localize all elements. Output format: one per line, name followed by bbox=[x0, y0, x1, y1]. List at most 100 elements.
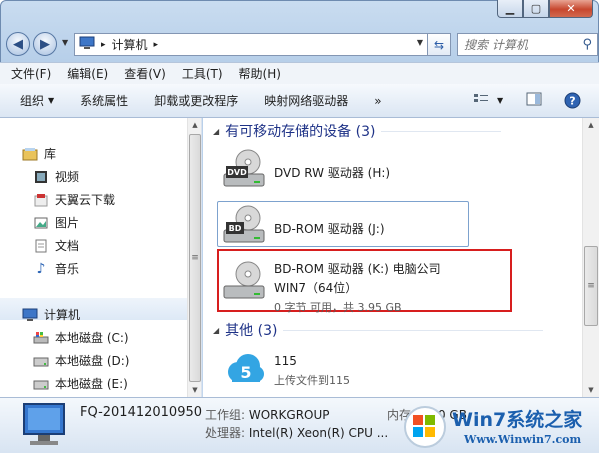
windows-logo-icon bbox=[404, 406, 446, 448]
recent-pages-dropdown-icon[interactable]: ▼ bbox=[62, 38, 68, 47]
nav-disk-e-label: 本地磁盘 (E:) bbox=[55, 377, 128, 391]
nav-tianyi-download[interactable]: 天翼云下载 bbox=[33, 191, 115, 208]
navigation-bar: ◀ ▶ ▼ ▸ 计算机 ▸ ▼ ⇆ ⚲ bbox=[6, 30, 598, 58]
cloud-115-icon: 5 bbox=[228, 354, 264, 382]
scroll-down-arrow-icon[interactable]: ▼ bbox=[583, 383, 599, 397]
group-divider bbox=[283, 329, 544, 331]
nav-documents[interactable]: 文档 bbox=[33, 237, 79, 254]
menu-bar: 文件(F) 编辑(E) 查看(V) 工具(T) 帮助(H) bbox=[0, 62, 599, 84]
picture-icon bbox=[33, 216, 49, 230]
watermark-url: Www.Winwin7.com bbox=[464, 433, 582, 446]
group-divider bbox=[381, 130, 502, 132]
address-history-dropdown-icon[interactable]: ▼ bbox=[417, 38, 423, 47]
search-icon[interactable]: ⚲ bbox=[582, 37, 592, 52]
drive-bd-j[interactable]: BD BD-ROM 驱动器 (J:) bbox=[222, 204, 385, 248]
scroll-up-arrow-icon[interactable]: ▲ bbox=[583, 118, 599, 132]
video-icon bbox=[33, 170, 49, 184]
group-other-header[interactable]: ◢ 其他 (3) bbox=[213, 320, 544, 340]
view-list-icon bbox=[473, 92, 489, 109]
nav-libraries-label: 库 bbox=[44, 147, 57, 161]
breadcrumb-separator-icon[interactable]: ▸ bbox=[154, 40, 159, 50]
change-view-button[interactable]: ▼ bbox=[473, 92, 503, 109]
nav-disk-c[interactable]: 本地磁盘 (C:) bbox=[33, 329, 129, 346]
music-icon: ♪ bbox=[36, 260, 46, 277]
watermark: Win7系统之家 Www.Winwin7.com bbox=[402, 399, 598, 453]
back-arrow-icon: ◀ bbox=[13, 36, 23, 52]
disk-icon bbox=[33, 377, 49, 391]
uninstall-program-label: 卸载或更改程序 bbox=[154, 94, 239, 108]
organize-label: 组织 bbox=[20, 94, 45, 108]
search-input[interactable] bbox=[464, 37, 576, 52]
drive-bd-j-label: BD-ROM 驱动器 (J:) bbox=[274, 222, 385, 236]
drive-dvd-h[interactable]: DVD DVD RW 驱动器 (H:) bbox=[222, 148, 390, 192]
cloud-badge-text: 5 bbox=[240, 363, 251, 382]
menu-file[interactable]: 文件(F) bbox=[11, 65, 51, 82]
forward-button[interactable]: ▶ bbox=[33, 32, 57, 56]
caption-buttons: ▁ ▢ ✕ bbox=[497, 0, 593, 18]
document-icon bbox=[33, 239, 49, 253]
nav-pictures-label: 图片 bbox=[55, 216, 80, 230]
scroll-down-arrow-icon[interactable]: ▼ bbox=[188, 383, 201, 397]
scroll-up-arrow-icon[interactable]: ▲ bbox=[188, 118, 201, 132]
workgroup-label: 工作组: bbox=[205, 408, 246, 422]
search-box[interactable]: ⚲ bbox=[457, 33, 598, 56]
nav-pictures[interactable]: 图片 bbox=[33, 214, 79, 231]
preview-pane-button[interactable] bbox=[526, 92, 542, 109]
forward-arrow-icon: ▶ bbox=[40, 36, 50, 52]
windows-disk-icon bbox=[33, 331, 49, 345]
computer-icon bbox=[22, 308, 38, 322]
menu-help[interactable]: 帮助(H) bbox=[239, 65, 281, 82]
more-commands-button[interactable]: » bbox=[374, 94, 381, 108]
content-scrollbar[interactable]: ▲ ≡ ▼ bbox=[582, 118, 599, 397]
nav-disk-d[interactable]: 本地磁盘 (D:) bbox=[33, 352, 129, 369]
dvd-drive-icon: DVD bbox=[223, 149, 265, 187]
cloud-115[interactable]: 5 115 上传文件到115 bbox=[224, 350, 350, 388]
map-network-drive-button[interactable]: 映射网络驱动器 bbox=[264, 92, 348, 109]
organize-button[interactable]: 组织 ▼ bbox=[20, 92, 54, 109]
bd-drive-icon: BD bbox=[223, 205, 265, 243]
watermark-brand: Win7系统之家 bbox=[452, 409, 583, 431]
collapse-triangle-icon[interactable]: ◢ bbox=[213, 326, 219, 335]
uninstall-program-button[interactable]: 卸载或更改程序 bbox=[154, 92, 238, 109]
cloud-115-name: 115 bbox=[274, 354, 297, 368]
nav-music-label: 音乐 bbox=[55, 262, 80, 276]
minimize-button[interactable]: ▁ bbox=[497, 0, 523, 18]
drive-bd-k[interactable]: BD-ROM 驱动器 (K:) 电脑公司 WIN7（64位） 0 字节 可用，共… bbox=[222, 260, 441, 315]
help-button[interactable]: ? bbox=[564, 92, 581, 112]
nav-computer[interactable]: 计算机 bbox=[22, 306, 80, 323]
maximize-button[interactable]: ▢ bbox=[523, 0, 549, 18]
nav-music[interactable]: ♪ 音乐 bbox=[33, 260, 79, 277]
nav-videos[interactable]: 视频 bbox=[33, 168, 79, 185]
group-removable-header[interactable]: ◢ 有可移动存储的设备 (3) bbox=[213, 121, 502, 141]
system-properties-button[interactable]: 系统属性 bbox=[80, 92, 128, 109]
breadcrumb-separator-icon[interactable]: ▸ bbox=[101, 40, 106, 50]
system-properties-label: 系统属性 bbox=[80, 94, 129, 108]
nav-videos-label: 视频 bbox=[55, 170, 80, 184]
menu-view[interactable]: 查看(V) bbox=[124, 65, 166, 82]
drive-bd-k-label-2: WIN7（64位） bbox=[274, 281, 358, 295]
group-other-label: 其他 (3) bbox=[225, 323, 278, 339]
computer-icon bbox=[79, 36, 95, 53]
nav-pane-scrollbar[interactable]: ▲ ≡ ▼ bbox=[187, 118, 201, 397]
workgroup-value: WORKGROUP bbox=[248, 408, 330, 422]
content-scroll-thumb[interactable]: ≡ bbox=[584, 246, 598, 326]
address-bar[interactable]: ▸ 计算机 ▸ ▼ bbox=[74, 33, 428, 56]
bd-badge-text: BD bbox=[229, 224, 242, 233]
refresh-icon: ⇆ bbox=[433, 37, 445, 52]
help-icon: ? bbox=[564, 92, 581, 112]
breadcrumb-computer[interactable]: 计算机 bbox=[112, 36, 148, 53]
nav-libraries[interactable]: 库 bbox=[22, 145, 56, 162]
nav-disk-e[interactable]: 本地磁盘 (E:) bbox=[33, 375, 128, 392]
refresh-button[interactable]: ⇆ bbox=[427, 33, 451, 56]
nav-documents-label: 文档 bbox=[55, 239, 80, 253]
computer-name: FQ-201412010950 bbox=[80, 405, 203, 420]
computer-large-icon bbox=[23, 403, 65, 445]
nav-tianyi-label: 天翼云下载 bbox=[55, 193, 116, 207]
menu-edit[interactable]: 编辑(E) bbox=[67, 65, 108, 82]
command-bar: 组织 ▼ 系统属性 卸载或更改程序 映射网络驱动器 » ▼ ? bbox=[0, 84, 599, 118]
nav-scroll-thumb[interactable]: ≡ bbox=[189, 134, 201, 382]
close-button[interactable]: ✕ bbox=[549, 0, 593, 18]
collapse-triangle-icon[interactable]: ◢ bbox=[213, 127, 219, 136]
menu-tools[interactable]: 工具(T) bbox=[182, 65, 223, 82]
back-button[interactable]: ◀ bbox=[6, 32, 30, 56]
